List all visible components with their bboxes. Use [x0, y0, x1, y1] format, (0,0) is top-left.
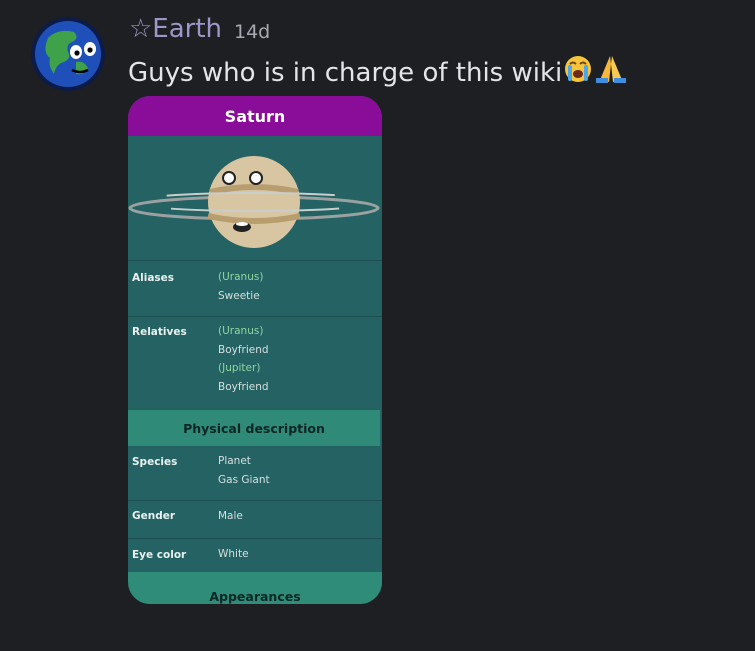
section-physical-description: Physical description — [128, 410, 380, 446]
row-key: Gender — [132, 510, 176, 522]
divider — [128, 316, 382, 317]
divider — [128, 500, 382, 501]
row-key: Aliases — [132, 272, 175, 284]
infobox-title: Saturn — [128, 96, 382, 136]
infobox-row-relatives: Relatives (Uranus) Boyfriend (Jupiter) B… — [128, 325, 382, 410]
section-appearances: Appearances — [128, 572, 382, 604]
saturn-character-icon — [128, 136, 382, 260]
loudly-crying-face-icon — [563, 54, 593, 91]
row-value: Planet — [218, 455, 251, 467]
infobox-row-species: Species Planet Gas Giant — [128, 455, 382, 496]
earth-avatar-icon — [31, 17, 105, 91]
row-key: Relatives — [132, 326, 187, 338]
avatar[interactable] — [30, 16, 106, 92]
section-appearances-label: Appearances — [209, 589, 301, 604]
row-value: Boyfriend — [218, 380, 269, 393]
message-text: Guys who is in charge of this wiki — [128, 57, 563, 88]
wiki-infobox-image[interactable]: Saturn Aliases (Uranus) Sweetie Relative… — [128, 96, 382, 604]
infobox-row-gender: Gender Male — [128, 510, 382, 536]
row-key: Eye color — [132, 549, 187, 561]
link-jupiter[interactable]: (Jupiter) — [218, 359, 269, 378]
message-text-row: Guys who is in charge of this wiki — [128, 54, 628, 91]
row-value: Sweetie — [218, 289, 260, 302]
timestamp: 14d — [234, 21, 271, 43]
link-uranus[interactable]: (Uranus) — [218, 268, 263, 287]
divider — [128, 538, 382, 539]
row-value: Male — [218, 510, 243, 522]
divider — [128, 260, 382, 261]
row-value: White — [218, 548, 249, 560]
row-value: Boyfriend — [218, 343, 269, 356]
row-key: Species — [132, 456, 178, 468]
folded-hands-icon — [594, 54, 628, 91]
username[interactable]: ☆Earth — [129, 14, 222, 44]
link-uranus[interactable]: (Uranus) — [218, 322, 269, 341]
infobox-row-aliases: Aliases (Uranus) Sweetie — [128, 271, 382, 316]
row-value: Gas Giant — [218, 473, 270, 486]
